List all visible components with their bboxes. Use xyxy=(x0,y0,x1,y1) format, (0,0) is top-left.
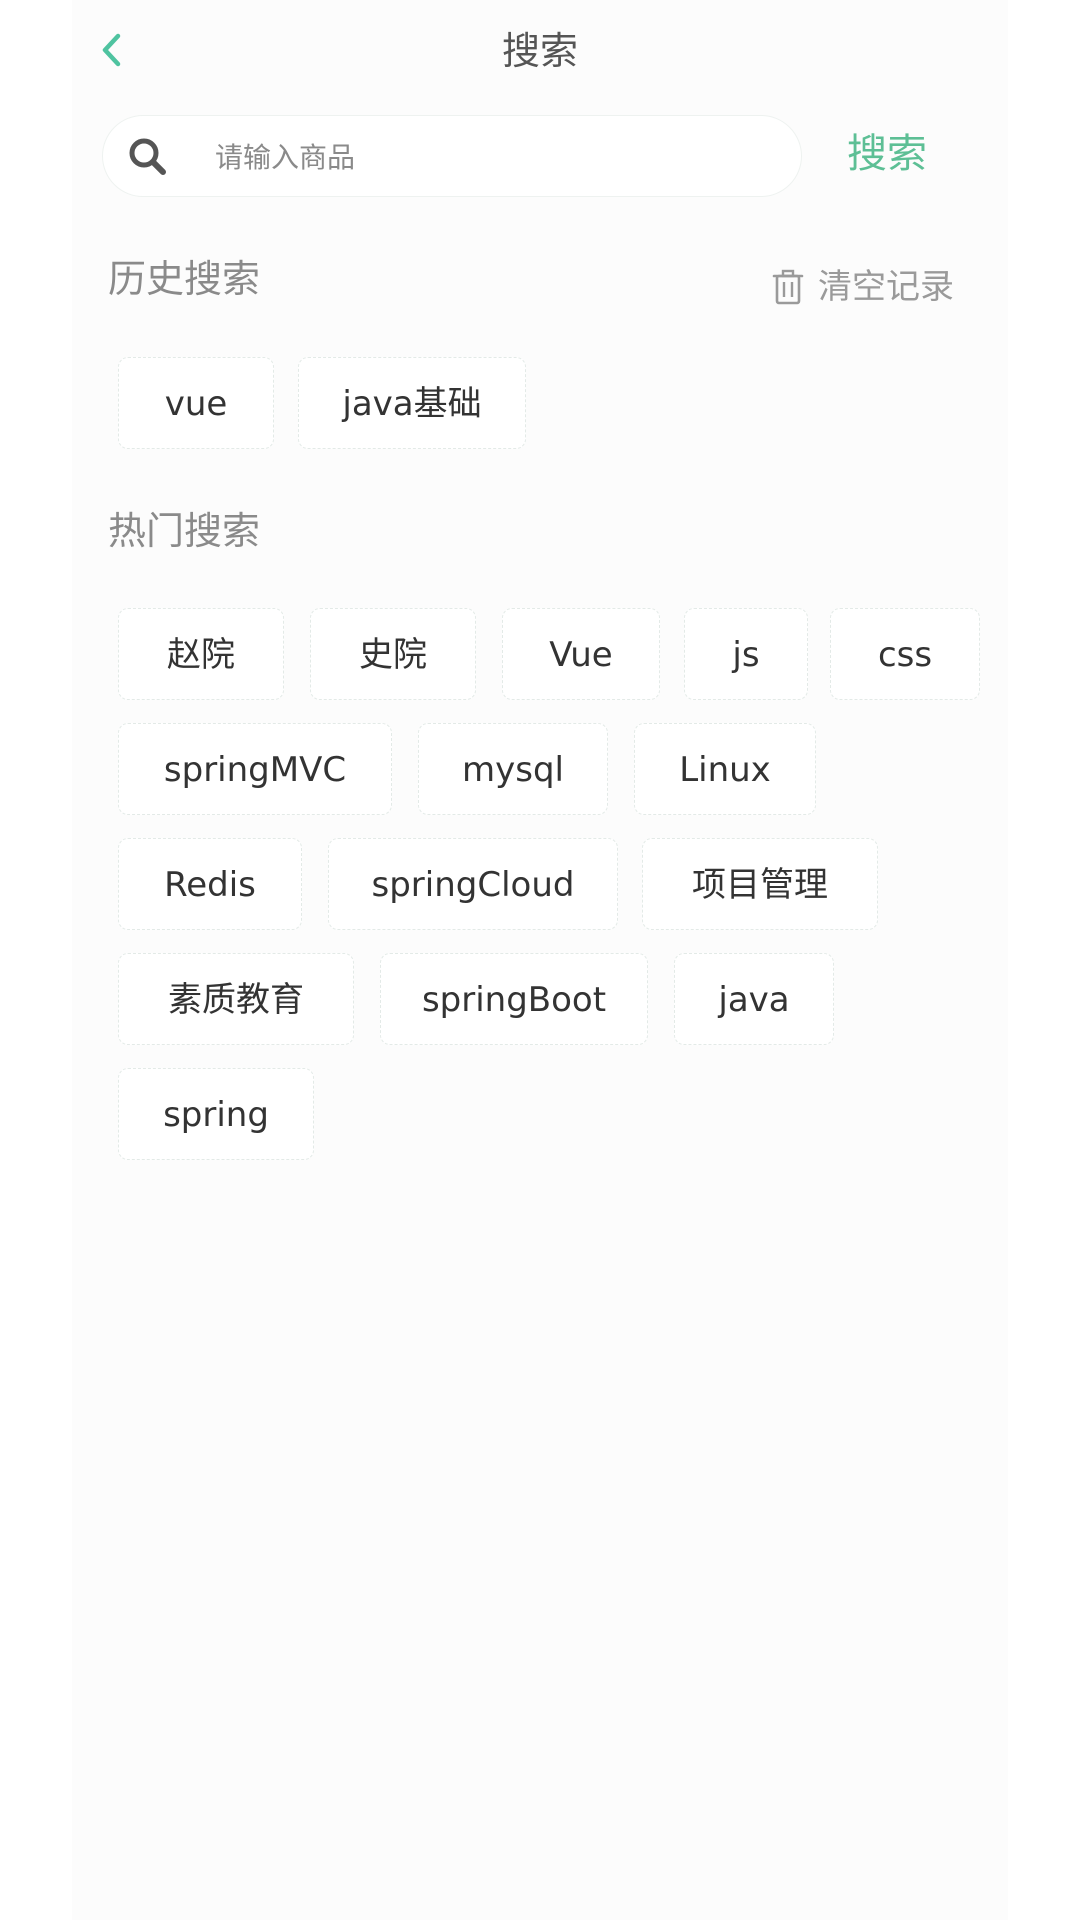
search-box[interactable] xyxy=(102,115,802,197)
hot-tag[interactable]: 项目管理 xyxy=(642,838,878,930)
hot-tag[interactable]: mysql xyxy=(418,723,608,815)
hot-tag[interactable]: 素质教育 xyxy=(118,953,354,1045)
hot-tag[interactable]: Vue xyxy=(502,608,660,700)
clear-history-button[interactable]: 清空记录 xyxy=(772,262,954,312)
hot-tag[interactable]: java xyxy=(674,953,834,1045)
hot-tag[interactable]: 史院 xyxy=(310,608,476,700)
header-bar: 搜索 xyxy=(72,0,1008,100)
clear-history-label: 清空记录 xyxy=(818,267,954,307)
app-screen: 搜索 搜索 历史搜索 清空记录 vue java基础 热门搜索 xyxy=(72,0,1008,1920)
page-title: 搜索 xyxy=(501,29,578,73)
hot-tag[interactable]: 赵院 xyxy=(118,608,284,700)
trash-icon xyxy=(772,269,804,305)
hot-tag[interactable]: Linux xyxy=(634,723,816,815)
hot-section-title: 热门搜索 xyxy=(108,509,261,553)
hot-tag[interactable]: springBoot xyxy=(380,953,648,1045)
hot-tag[interactable]: springMVC xyxy=(118,723,392,815)
hot-tag[interactable]: springCloud xyxy=(328,838,618,930)
hot-tag[interactable]: Redis xyxy=(118,838,302,930)
hot-tag[interactable]: js xyxy=(684,608,808,700)
history-tag[interactable]: vue xyxy=(118,357,274,449)
page: 搜索 搜索 历史搜索 清空记录 vue java基础 热门搜索 xyxy=(0,0,1080,1920)
history-tag[interactable]: java基础 xyxy=(298,357,526,449)
hot-tag[interactable]: spring xyxy=(118,1068,314,1160)
search-button[interactable]: 搜索 xyxy=(847,128,927,180)
hot-tag[interactable]: css xyxy=(830,608,980,700)
history-section-title: 历史搜索 xyxy=(108,257,261,301)
search-input[interactable] xyxy=(213,132,777,182)
search-icon xyxy=(129,138,166,175)
